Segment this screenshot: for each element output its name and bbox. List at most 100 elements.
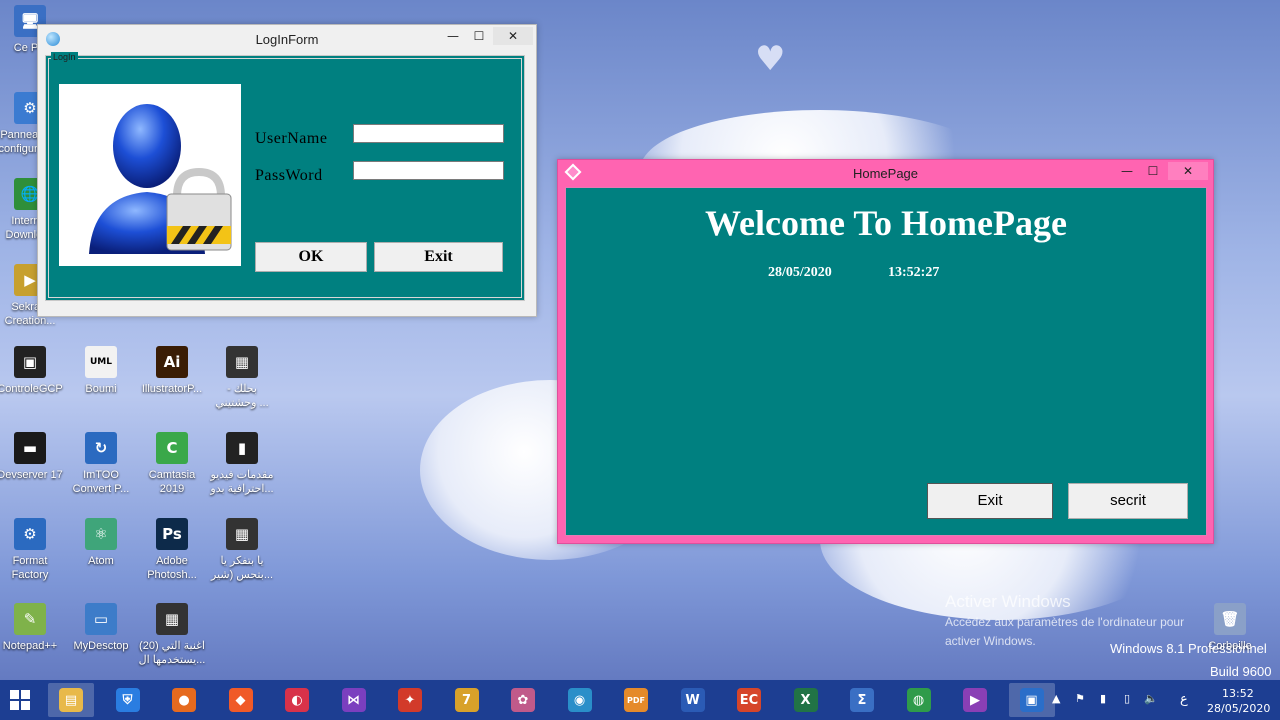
excel-icon: X xyxy=(793,688,818,712)
taskbar-app-app-purple[interactable]: ▶ xyxy=(952,683,998,717)
clock-date[interactable]: 28/05/2020 xyxy=(1207,702,1270,715)
desktop-icon-label: ImTOO Convert P... xyxy=(72,469,130,495)
minimize-button[interactable]: — xyxy=(444,27,462,45)
media-icon: ◉ xyxy=(567,688,592,712)
taskbar-app-brave[interactable]: ◆ xyxy=(218,683,264,717)
ok-button[interactable]: OK xyxy=(255,242,367,272)
clock-time[interactable]: 13:52 xyxy=(1222,687,1254,700)
desktop-icon-image: ▦ xyxy=(156,603,188,635)
taskbar-app-chrome[interactable]: ◍ xyxy=(896,683,942,717)
7zip-icon: 7 xyxy=(454,688,479,712)
battery-icon[interactable]: ▮ xyxy=(1100,692,1106,705)
close-button[interactable]: ✕ xyxy=(493,27,533,45)
activate-windows-title: Activer Windows xyxy=(945,592,1071,611)
desktop-icon-image: 🗑 xyxy=(1214,603,1246,635)
password-label: PassWord xyxy=(255,167,323,184)
desktop-icon-image: Ai xyxy=(156,346,188,378)
desktop-icon[interactable]: ▦ بحلك - وحشتيني ... xyxy=(207,346,277,410)
secret-button[interactable]: secrit xyxy=(1068,483,1188,519)
desktop-icon-label: Notepad++ xyxy=(2,640,58,652)
start-button[interactable] xyxy=(0,683,40,717)
password-input[interactable] xyxy=(353,161,504,180)
taskbar-app-app-ec[interactable]: EC xyxy=(726,683,772,717)
homepage-titlebar[interactable]: HomePage — ☐ ✕ xyxy=(558,160,1213,186)
desktop-icon[interactable]: ⚙ Format Factory xyxy=(0,518,65,582)
desktop-icon[interactable]: Ai IllustratorP... xyxy=(137,346,207,396)
desktop-icon[interactable]: Ps Adobe Photosh... xyxy=(137,518,207,582)
desktop-icon-label: اغنية التي (20) يستخدمها ال... xyxy=(138,640,206,666)
desktop-icon-image: ▭ xyxy=(85,603,117,635)
desktop-icon[interactable]: ▣ ControleGCP xyxy=(0,346,65,396)
activate-windows-line2: activer Windows. xyxy=(945,634,1036,648)
taskbar-app-paint[interactable]: ✿ xyxy=(500,683,546,717)
time-label: 13:52:27 xyxy=(888,265,940,280)
desktop-icon[interactable]: ▦ اغنية التي (20) يستخدمها ال... xyxy=(137,603,207,667)
desktop-icon[interactable]: ▬ Devserver 17 xyxy=(0,432,65,482)
desktop-icon-label: Camtasia 2019 xyxy=(148,469,196,495)
username-input[interactable] xyxy=(353,124,504,143)
desktop-icon[interactable]: ▮ مقدمات فيديو احترافية بدو... xyxy=(207,432,277,496)
taskbar-app-media[interactable]: ◉ xyxy=(557,683,603,717)
show-hidden-icons[interactable]: ▲ xyxy=(1052,692,1060,705)
taskbar-app-opera-neon[interactable]: ◐ xyxy=(274,683,320,717)
minimize-button[interactable]: — xyxy=(1118,162,1136,180)
taskbar-app-math[interactable]: Σ xyxy=(839,683,885,717)
desktop-icon-image: ▣ xyxy=(14,346,46,378)
shield-icon: ⛨ xyxy=(115,688,140,712)
desktop-icon-label: بحلك - وحشتيني ... xyxy=(215,383,269,409)
homepage-content: Welcome To HomePage 28/05/2020 13:52:27 … xyxy=(565,187,1207,536)
chrome-icon: ◍ xyxy=(906,688,931,712)
maximize-button[interactable]: ☐ xyxy=(470,27,488,45)
windows-build: Build 9600 xyxy=(1210,664,1272,679)
language-indicator[interactable]: ع xyxy=(1180,692,1188,707)
network-icon[interactable]: ▯ xyxy=(1124,692,1130,705)
taskbar-app-excel[interactable]: X xyxy=(783,683,829,717)
desktop-icon[interactable]: ▦ يا بتفكر يا بتحس (شير... xyxy=(207,518,277,582)
desktop-icon-label: Atom xyxy=(88,555,114,567)
desktop-icon-label: Devserver 17 xyxy=(0,469,63,481)
app-active-icon: ▣ xyxy=(1019,688,1044,712)
exit-button[interactable]: Exit xyxy=(374,242,503,272)
user-lock-image xyxy=(59,84,241,266)
taskbar-app-word[interactable]: W xyxy=(670,683,716,717)
taskbar-app-firefox[interactable]: ● xyxy=(161,683,207,717)
taskbar-app-app-active[interactable]: ▣ xyxy=(1008,683,1055,717)
windows-edition: Windows 8.1 Professionnel xyxy=(1110,641,1267,656)
taskbar-app-app-red[interactable]: ✦ xyxy=(387,683,433,717)
desktop-icon[interactable]: ✎ Notepad++ xyxy=(0,603,65,653)
volume-icon[interactable]: 🔈 xyxy=(1144,692,1158,705)
login-titlebar[interactable]: LogInForm — ☐ ✕ xyxy=(38,25,536,55)
desktop-icon[interactable]: ↻ ImTOO Convert P... xyxy=(66,432,136,496)
taskbar-app-7zip[interactable]: 7 xyxy=(444,683,490,717)
app-ec-icon: EC xyxy=(737,688,761,712)
exit-button[interactable]: Exit xyxy=(927,483,1053,519)
desktop-icon-label: Format Factory xyxy=(11,555,49,581)
desktop-icon[interactable]: ⚛ Atom xyxy=(66,518,136,568)
flag-icon[interactable]: ⚑ xyxy=(1075,692,1085,705)
taskbar-app-shield[interactable]: ⛨ xyxy=(105,683,151,717)
math-icon: Σ xyxy=(850,688,874,712)
taskbar-app-visual-studio[interactable]: ⋈ xyxy=(331,683,377,717)
desktop-icon-image: ⚛ xyxy=(85,518,117,550)
pdf-icon: PDF xyxy=(624,688,648,712)
desktop-icon[interactable]: C Camtasia 2019 xyxy=(137,432,207,496)
windows-logo-icon xyxy=(10,690,30,710)
paint-icon: ✿ xyxy=(511,688,535,712)
close-button[interactable]: ✕ xyxy=(1168,162,1208,180)
visual-studio-icon: ⋈ xyxy=(341,688,366,712)
date-label: 28/05/2020 xyxy=(768,265,832,280)
desktop-icon-image: C xyxy=(156,432,188,464)
group-label: LogIn xyxy=(51,52,78,62)
desktop-icon[interactable]: ▭ MyDesctop xyxy=(66,603,136,653)
maximize-button[interactable]: ☐ xyxy=(1144,162,1162,180)
heart-decoration: ♥ xyxy=(755,39,786,79)
opera-neon-icon: ◐ xyxy=(285,688,309,712)
desktop-icon-label: Adobe Photosh... xyxy=(147,555,197,581)
desktop-icon-image: ▮ xyxy=(226,432,258,464)
taskbar-app-file-explorer[interactable]: ▤ xyxy=(48,683,94,717)
desktop-icon-image: Ps xyxy=(156,518,188,550)
desktop-icon[interactable]: UML Boumi xyxy=(66,346,136,396)
homepage-window: HomePage — ☐ ✕ Welcome To HomePage 28/05… xyxy=(557,159,1214,544)
taskbar-app-pdf[interactable]: PDF xyxy=(613,683,659,717)
login-window: LogInForm — ☐ ✕ LogIn UserName PassWord … xyxy=(37,24,537,317)
